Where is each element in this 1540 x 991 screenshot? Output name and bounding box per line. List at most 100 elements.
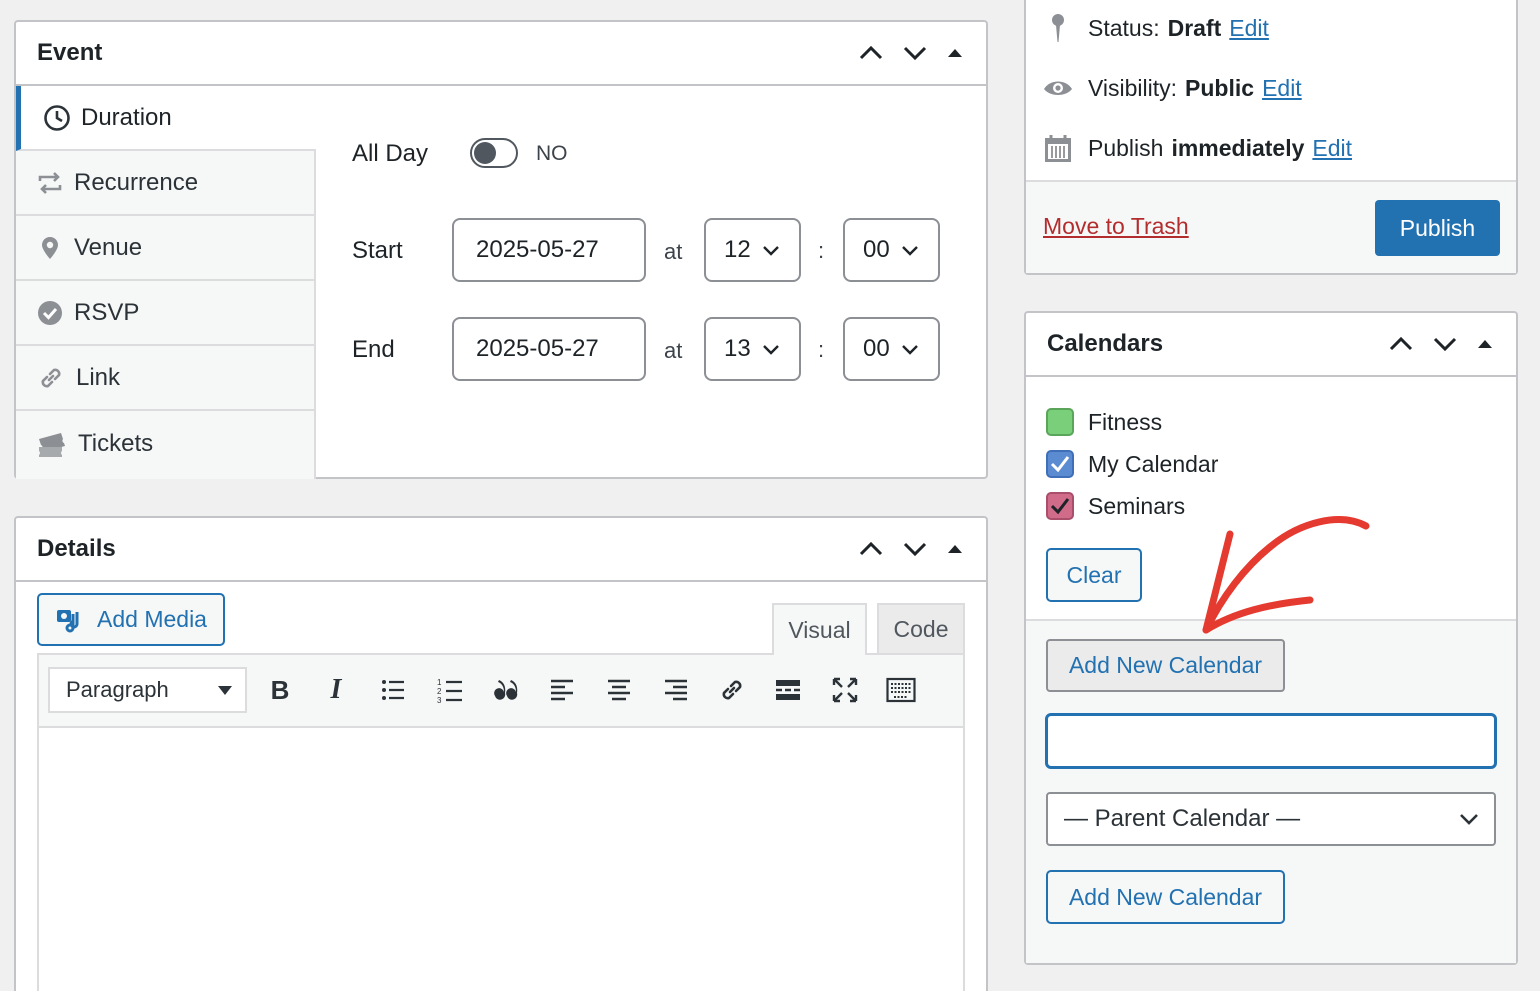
event-handle-actions: [856, 38, 966, 68]
status-row: Status: Draft Edit: [1042, 12, 1269, 44]
calendar-item-seminars[interactable]: Seminars: [1046, 492, 1185, 520]
blockquote-icon[interactable]: [490, 674, 522, 706]
add-media-label: Add Media: [97, 606, 207, 632]
tab-visual[interactable]: Visual: [772, 603, 867, 655]
move-up-icon[interactable]: [856, 534, 886, 564]
tab-venue-label: Venue: [74, 233, 143, 261]
start-at-label: at: [664, 239, 683, 264]
all-day-value: NO: [536, 142, 568, 165]
start-date-value: 2025-05-27: [476, 236, 599, 263]
read-more-icon[interactable]: [772, 674, 804, 706]
parent-calendar-value: — Parent Calendar —: [1064, 805, 1301, 832]
add-media-button[interactable]: Add Media: [37, 593, 225, 646]
start-hour-select[interactable]: 12: [704, 218, 801, 282]
svg-text:2: 2: [437, 687, 442, 696]
tab-venue[interactable]: Venue: [16, 216, 314, 281]
calendar-icon: [1045, 135, 1071, 162]
clear-button[interactable]: Clear: [1046, 548, 1142, 602]
calendar-item-fitness[interactable]: Fitness: [1046, 408, 1162, 436]
tab-rsvp[interactable]: RSVP: [16, 281, 314, 346]
new-calendar-name-input[interactable]: [1045, 713, 1497, 769]
align-left-icon[interactable]: [546, 674, 578, 706]
link-icon: [41, 368, 61, 387]
start-date-input[interactable]: 2025-05-27: [452, 218, 646, 282]
collapse-toggle-icon[interactable]: [944, 534, 966, 564]
details-metabox-header: Details: [16, 518, 986, 582]
end-at-label: at: [664, 338, 683, 363]
tab-tickets[interactable]: Tickets: [16, 411, 314, 476]
checkmark-icon: [1050, 456, 1070, 473]
tab-code[interactable]: Code: [877, 603, 965, 655]
edit-status-link[interactable]: Edit: [1229, 15, 1269, 42]
add-new-calendar-submit-label: Add New Calendar: [1068, 883, 1263, 910]
start-colon: :: [818, 238, 825, 263]
start-minute-value: 00: [863, 236, 890, 263]
status-label: Status:: [1088, 14, 1160, 41]
location-pin-icon: [42, 236, 58, 259]
bold-icon[interactable]: B: [264, 674, 296, 706]
chevron-down-icon: [902, 246, 918, 256]
calendars-metabox-title: Calendars: [1047, 330, 1164, 357]
tab-link[interactable]: Link: [16, 346, 314, 411]
annotation-arrow-icon: [1202, 516, 1370, 634]
all-day-toggle[interactable]: [470, 138, 518, 168]
tab-duration-label: Duration: [81, 103, 172, 131]
details-metabox-title: Details: [37, 535, 116, 562]
add-new-calendar-submit[interactable]: Add New Calendar: [1046, 870, 1285, 924]
parent-calendar-select[interactable]: — Parent Calendar —: [1046, 792, 1496, 846]
seminars-checkbox[interactable]: [1046, 492, 1074, 520]
collapse-toggle-icon[interactable]: [1474, 329, 1496, 359]
eye-icon: [1044, 81, 1072, 95]
end-hour-value: 13: [724, 335, 751, 362]
add-new-calendar-toggle[interactable]: Add New Calendar: [1046, 639, 1285, 692]
format-select[interactable]: Paragraph: [48, 667, 247, 713]
add-new-calendar-toggle-label: Add New Calendar: [1068, 652, 1263, 678]
edit-visibility-link[interactable]: Edit: [1262, 75, 1302, 102]
tab-link-label: Link: [76, 363, 121, 391]
tab-tickets-label: Tickets: [78, 429, 154, 457]
repeat-icon: [38, 171, 62, 194]
start-hour-value: 12: [724, 236, 751, 263]
move-up-icon[interactable]: [856, 38, 886, 68]
edit-schedule-link[interactable]: Edit: [1312, 135, 1352, 162]
pin-icon: [1052, 14, 1064, 42]
move-up-icon[interactable]: [1386, 329, 1416, 359]
event-metabox-header: Event: [16, 22, 986, 86]
tab-duration[interactable]: Duration: [16, 86, 316, 151]
move-down-icon[interactable]: [900, 534, 930, 564]
schedule-row: Publish immediately Edit: [1042, 132, 1352, 164]
fullscreen-icon[interactable]: [829, 674, 861, 706]
move-down-icon[interactable]: [900, 38, 930, 68]
my-calendar-checkbox[interactable]: [1046, 450, 1074, 478]
chevron-down-icon: [763, 246, 779, 256]
clear-button-label: Clear: [1066, 561, 1122, 588]
chevron-down-icon: [1460, 814, 1478, 825]
event-tabs: Duration Recurrence Venue RSVP Link Tick…: [16, 86, 316, 479]
chevron-down-icon: [902, 345, 918, 355]
tab-visual-label: Visual: [788, 616, 851, 643]
toolbar-toggle-icon[interactable]: [885, 674, 917, 706]
publish-button[interactable]: Publish: [1375, 200, 1500, 256]
end-date-input[interactable]: 2025-05-27: [452, 317, 646, 381]
bullet-list-icon[interactable]: [377, 674, 409, 706]
svg-text:3: 3: [437, 696, 442, 704]
align-right-icon[interactable]: [660, 674, 692, 706]
end-minute-select[interactable]: 00: [843, 317, 940, 381]
visibility-row: Visibility: Public Edit: [1042, 72, 1302, 104]
start-minute-select[interactable]: 00: [843, 218, 940, 282]
move-down-icon[interactable]: [1430, 329, 1460, 359]
seminars-label: Seminars: [1088, 492, 1186, 519]
align-center-icon[interactable]: [603, 674, 635, 706]
numbered-list-icon[interactable]: 123: [434, 674, 466, 706]
calendar-item-my-calendar[interactable]: My Calendar: [1046, 450, 1218, 478]
italic-icon[interactable]: I: [320, 674, 352, 706]
event-metabox-title: Event: [37, 39, 103, 66]
calendars-handle-actions: [1386, 329, 1496, 359]
svg-text:1: 1: [437, 678, 442, 687]
insert-link-icon[interactable]: [716, 674, 748, 706]
move-to-trash-link[interactable]: Move to Trash: [1043, 213, 1189, 240]
end-hour-select[interactable]: 13: [704, 317, 801, 381]
tab-recurrence[interactable]: Recurrence: [16, 151, 314, 216]
fitness-checkbox[interactable]: [1046, 408, 1074, 436]
collapse-toggle-icon[interactable]: [944, 38, 966, 68]
